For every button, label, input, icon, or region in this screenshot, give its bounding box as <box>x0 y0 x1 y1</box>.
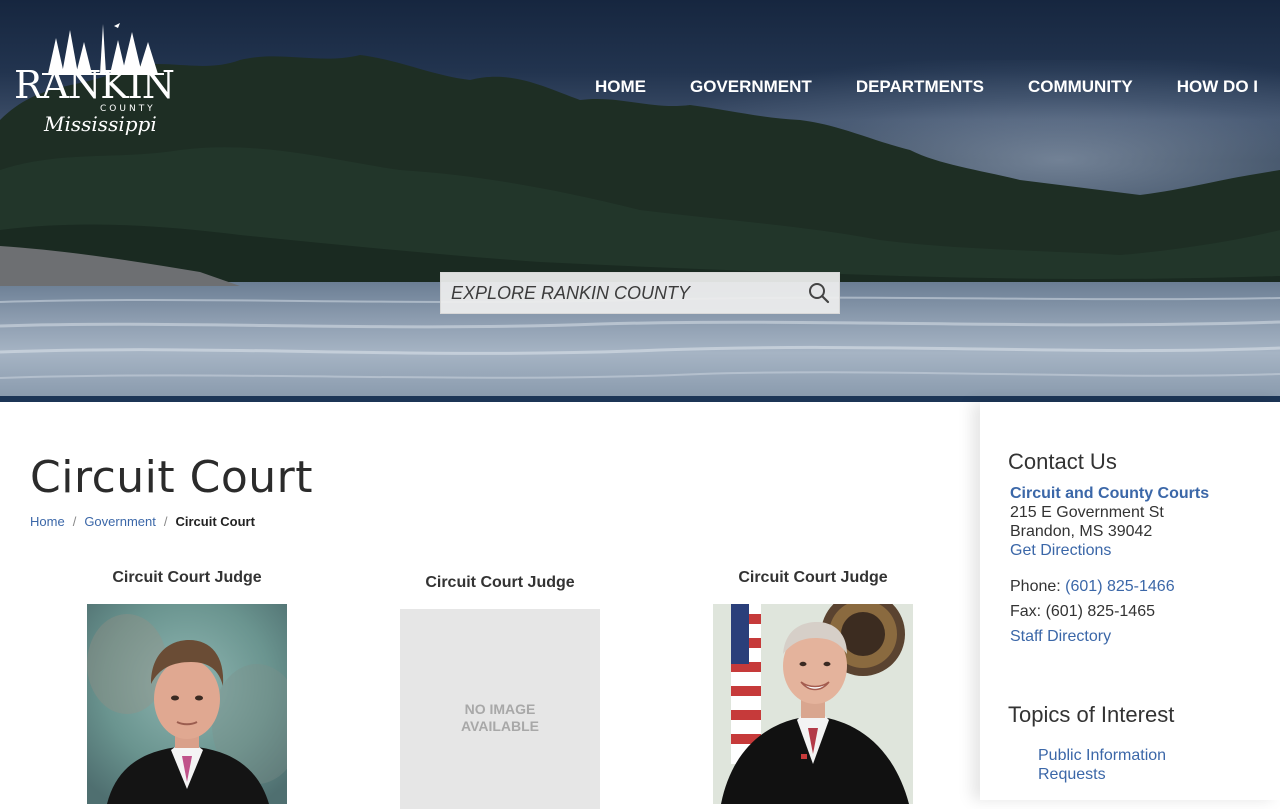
judge-photo <box>87 604 287 804</box>
phone-link[interactable]: (601) 825-1466 <box>1065 578 1174 595</box>
logo-name: RANKIN <box>14 63 175 107</box>
nav-home[interactable]: HOME <box>573 77 668 97</box>
staff-directory-link[interactable]: Staff Directory <box>1010 624 1270 649</box>
site-logo[interactable]: RANKIN COUNTY Mississippi <box>14 20 175 148</box>
fax-label: Fax: <box>1010 603 1042 620</box>
address-line-1: 215 E Government St <box>1010 504 1164 521</box>
judge-card: Circuit Court Judge NO IMAGE AVAILABLE <box>370 573 630 809</box>
nav-community[interactable]: COMMUNITY <box>1006 77 1155 97</box>
search-icon[interactable] <box>807 281 831 305</box>
contact-info: Circuit and County Courts 215 E Governme… <box>1010 484 1270 649</box>
breadcrumb: Home / Government / Circuit Court <box>30 514 255 529</box>
phone-label: Phone: <box>1010 578 1061 595</box>
main-content: Circuit Court Home / Government / Circui… <box>0 402 980 809</box>
nav-government[interactable]: GOVERNMENT <box>668 77 834 97</box>
topics-heading: Topics of Interest <box>1008 702 1175 727</box>
breadcrumb-home[interactable]: Home <box>30 514 65 529</box>
judge-title: Circuit Court Judge <box>738 569 888 586</box>
judge-portrait-image <box>87 604 287 804</box>
judge-card: Circuit Court Judge <box>57 568 317 804</box>
department-link[interactable]: Circuit and County Courts <box>1010 484 1270 503</box>
breadcrumb-government[interactable]: Government <box>84 514 156 529</box>
breadcrumb-separator: / <box>163 514 168 529</box>
phone-line: Phone: (601) 825-1466 <box>1010 574 1270 599</box>
breadcrumb-current: Circuit Court <box>175 514 255 529</box>
site-search <box>440 272 840 314</box>
address-line-2: Brandon, MS 39042 <box>1010 523 1153 540</box>
contact-heading: Contact Us <box>1008 449 1117 474</box>
judge-portrait-image <box>713 604 913 804</box>
no-image-text: NO IMAGE AVAILABLE <box>460 701 540 734</box>
fax-line: Fax: (601) 825-1465 <box>1010 599 1270 624</box>
fax-number: (601) 825-1465 <box>1045 603 1155 620</box>
nav-departments[interactable]: DEPARTMENTS <box>834 77 1006 97</box>
breadcrumb-separator: / <box>72 514 77 529</box>
page-title: Circuit Court <box>30 452 313 503</box>
sidebar: Contact Us Circuit and County Courts 215… <box>980 402 1280 800</box>
judge-card: Circuit Court Judge <box>683 568 943 804</box>
topics-list: Public Information Requests <box>1038 746 1238 784</box>
hero-banner: RANKIN COUNTY Mississippi HOME GOVERNMEN… <box>0 0 1280 400</box>
get-directions-link[interactable]: Get Directions <box>1010 541 1270 560</box>
topic-public-information-requests[interactable]: Public Information Requests <box>1038 747 1166 783</box>
judge-title: Circuit Court Judge <box>112 569 262 586</box>
hero-gravel-bank <box>0 246 240 286</box>
logo-state: Mississippi <box>44 112 157 136</box>
no-image-placeholder: NO IMAGE AVAILABLE <box>400 609 600 809</box>
nav-how-do-i[interactable]: HOW DO I <box>1155 77 1258 97</box>
search-input[interactable] <box>441 273 801 313</box>
main-nav: HOME GOVERNMENT DEPARTMENTS COMMUNITY HO… <box>573 77 1258 97</box>
judge-title: Circuit Court Judge <box>425 574 575 591</box>
judge-photo <box>713 604 913 804</box>
